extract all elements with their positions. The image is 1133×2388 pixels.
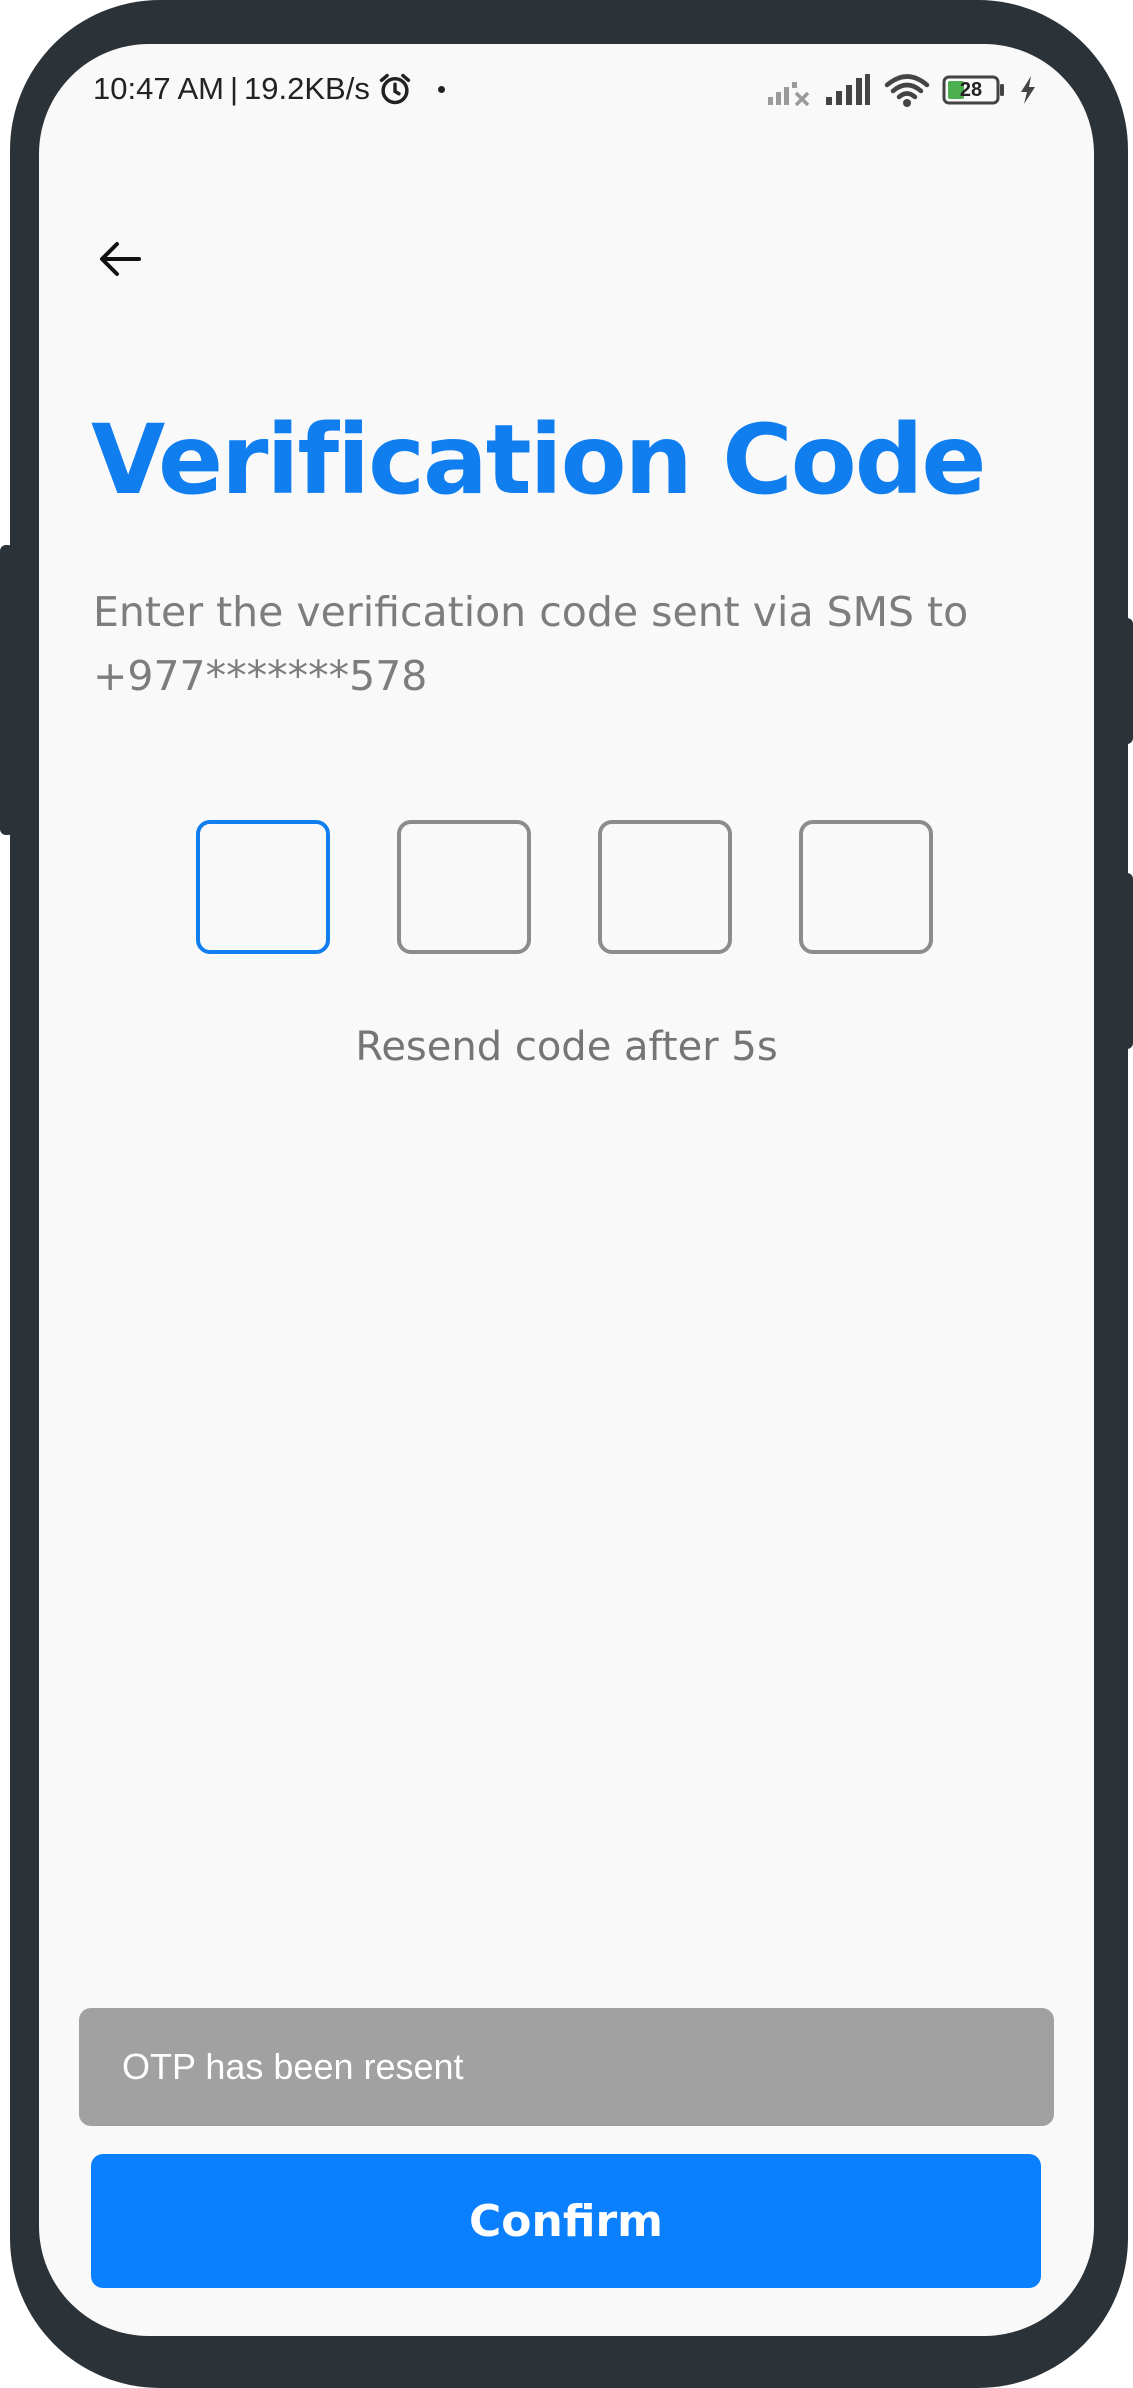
signal-icon bbox=[826, 74, 870, 105]
signal-off-icon bbox=[768, 82, 810, 107]
app-screen: 10:47 AM | 19.2KB/s 28 Verification Code… bbox=[39, 44, 1094, 2336]
status-separator: | bbox=[229, 71, 239, 106]
page-subtitle: Enter the verification code sent via SMS… bbox=[93, 588, 969, 700]
phone-power-button bbox=[1119, 873, 1133, 1049]
status-left: 10:47 AM | 19.2KB/s bbox=[93, 70, 445, 108]
phone-side-button bbox=[0, 545, 14, 835]
otp-digit-1[interactable] bbox=[196, 820, 330, 954]
toast-message: OTP has been resent bbox=[79, 2008, 1054, 2126]
otp-digit-2[interactable] bbox=[397, 820, 531, 954]
status-time: 10:47 AM bbox=[93, 71, 224, 106]
status-network-speed: 19.2KB/s bbox=[244, 71, 370, 106]
status-bar: 10:47 AM | 19.2KB/s 28 bbox=[39, 44, 1094, 134]
otp-input-group bbox=[196, 820, 933, 954]
phone-volume-button bbox=[1119, 618, 1133, 744]
notification-dot bbox=[437, 85, 445, 93]
confirm-button[interactable]: Confirm bbox=[91, 2154, 1041, 2288]
battery-icon: 28 bbox=[942, 74, 1006, 106]
charging-icon bbox=[1021, 76, 1035, 104]
page-title: Verification Code bbox=[91, 404, 987, 516]
otp-digit-3[interactable] bbox=[598, 820, 732, 954]
status-right: 28 bbox=[766, 72, 1038, 108]
battery-level: 28 bbox=[959, 79, 983, 101]
otp-digit-4[interactable] bbox=[799, 820, 933, 954]
back-button[interactable] bbox=[85, 224, 155, 294]
arrow-left-icon bbox=[100, 242, 141, 276]
wifi-icon bbox=[884, 74, 930, 107]
alarm-icon bbox=[379, 73, 411, 105]
resend-countdown: Resend code after 5s bbox=[355, 1024, 778, 1070]
toast-text: OTP has been resent bbox=[122, 2046, 464, 2087]
